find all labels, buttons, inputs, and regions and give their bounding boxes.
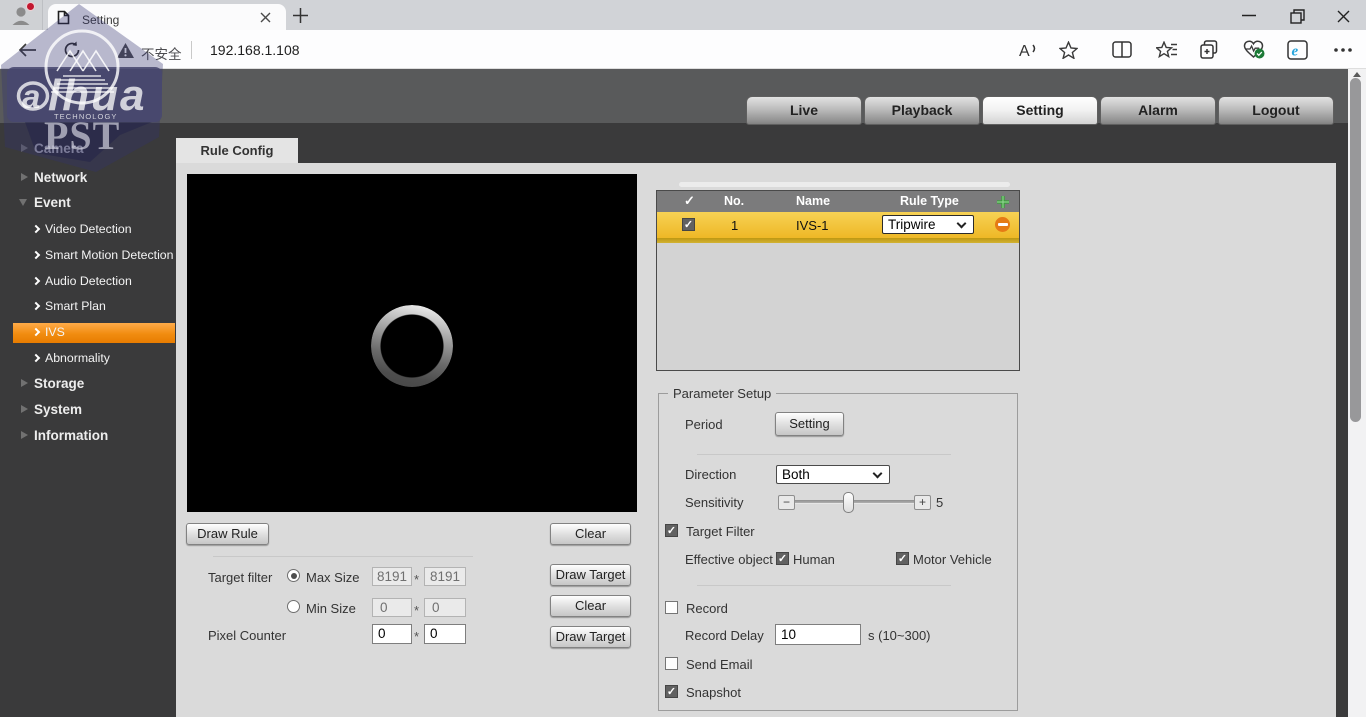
- svg-text:PST: PST: [44, 113, 120, 158]
- svg-text:A: A: [1019, 43, 1030, 59]
- svg-text:e: e: [1292, 44, 1299, 60]
